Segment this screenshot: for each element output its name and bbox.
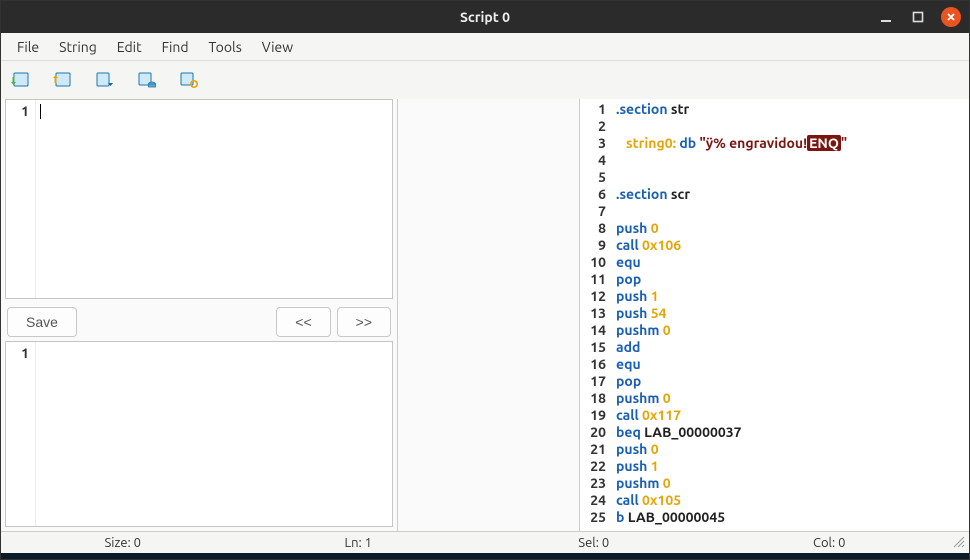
- asm-line: equ: [616, 356, 967, 373]
- status-size: Size: 0: [5, 536, 241, 550]
- status-selection: Sel: 0: [476, 536, 712, 550]
- line-number: 10: [582, 254, 606, 271]
- asm-line: push 54: [616, 305, 967, 322]
- line-number: 7: [582, 203, 606, 220]
- status-column: Col: 0: [712, 536, 948, 550]
- output-editor[interactable]: 1: [5, 341, 393, 527]
- line-number: 9: [582, 237, 606, 254]
- source-editor-body[interactable]: [36, 100, 392, 298]
- line-number: 1: [582, 101, 606, 118]
- line-number: 17: [582, 373, 606, 390]
- asm-line: [616, 203, 967, 220]
- save-button[interactable]: Save: [7, 307, 77, 337]
- resize-grip[interactable]: [947, 534, 965, 551]
- line-number: 8: [582, 220, 606, 237]
- line-number: 2: [582, 118, 606, 135]
- asm-line: b LAB_00000045: [616, 509, 967, 526]
- line-number: 12: [582, 288, 606, 305]
- asm-line: [616, 152, 967, 169]
- line-number: 3: [582, 135, 606, 152]
- export-icon[interactable]: [51, 69, 73, 91]
- minimize-button[interactable]: [877, 8, 895, 26]
- refresh-icon[interactable]: [177, 69, 199, 91]
- line-number: 1: [8, 102, 29, 120]
- asm-line: [616, 169, 967, 186]
- menubar: File String Edit Find Tools View: [1, 33, 969, 61]
- menu-string[interactable]: String: [49, 35, 107, 59]
- line-number: 21: [582, 441, 606, 458]
- text-cursor: [40, 104, 41, 119]
- menu-tools[interactable]: Tools: [199, 35, 252, 59]
- menu-find[interactable]: Find: [152, 35, 199, 59]
- output-editor-gutter: 1: [6, 342, 36, 526]
- toolbar: [1, 61, 969, 99]
- line-number: 1: [8, 344, 29, 362]
- asm-line: .section str: [616, 101, 967, 118]
- asm-line: equ: [616, 254, 967, 271]
- line-number: 11: [582, 271, 606, 288]
- line-number: 4: [582, 152, 606, 169]
- window-controls: [877, 7, 961, 27]
- output-editor-body[interactable]: [36, 342, 392, 526]
- line-number: 14: [582, 322, 606, 339]
- line-number: 16: [582, 356, 606, 373]
- line-number: 20: [582, 424, 606, 441]
- asm-line: pop: [616, 373, 967, 390]
- asm-line: call 0x106: [616, 237, 967, 254]
- bottom-strip: [1, 553, 969, 559]
- asm-line: push 0: [616, 220, 967, 237]
- status-line: Ln: 1: [241, 536, 477, 550]
- asm-line: push 1: [616, 288, 967, 305]
- line-number: 19: [582, 407, 606, 424]
- titlebar: Script 0: [1, 1, 969, 33]
- db-icon[interactable]: [135, 69, 157, 91]
- left-column: 1 Save << >> 1: [1, 99, 398, 531]
- asm-line: pushm 0: [616, 322, 967, 339]
- asm-line: add: [616, 339, 967, 356]
- asm-line: string0: db "ÿ% engravidou!ENQ": [616, 135, 967, 152]
- source-editor[interactable]: 1: [5, 99, 393, 299]
- asm-line: push 1: [616, 458, 967, 475]
- asm-line: push 0: [616, 441, 967, 458]
- menu-file[interactable]: File: [7, 35, 49, 59]
- line-number: 15: [582, 339, 606, 356]
- menu-edit[interactable]: Edit: [107, 35, 152, 59]
- line-number: 25: [582, 509, 606, 526]
- asm-gutter: 1234567891011121314151617181920212223242…: [580, 99, 614, 531]
- disassembly-panel[interactable]: 1234567891011121314151617181920212223242…: [579, 99, 969, 531]
- statusbar: Size: 0 Ln: 1 Sel: 0 Col: 0: [1, 531, 969, 553]
- prev-button[interactable]: <<: [276, 307, 330, 337]
- asm-line: [616, 118, 967, 135]
- asm-line: call 0x117: [616, 407, 967, 424]
- source-editor-gutter: 1: [6, 100, 36, 298]
- window-title: Script 0: [460, 9, 510, 25]
- line-number: 18: [582, 390, 606, 407]
- asm-line: pushm 0: [616, 475, 967, 492]
- asm-body[interactable]: .section str string0: db "ÿ% engravidou!…: [614, 99, 969, 531]
- menu-view[interactable]: View: [252, 35, 303, 59]
- asm-line: call 0x105: [616, 492, 967, 509]
- line-number: 22: [582, 458, 606, 475]
- next-button[interactable]: >>: [337, 307, 391, 337]
- button-row: Save << >>: [1, 303, 397, 341]
- line-number: 13: [582, 305, 606, 322]
- line-number: 23: [582, 475, 606, 492]
- asm-line: .section scr: [616, 186, 967, 203]
- maximize-button[interactable]: [909, 8, 927, 26]
- asm-line: pop: [616, 271, 967, 288]
- import-icon[interactable]: [9, 69, 31, 91]
- close-button[interactable]: [941, 7, 961, 27]
- print-icon[interactable]: [93, 69, 115, 91]
- asm-line: beq LAB_00000037: [616, 424, 967, 441]
- line-number: 5: [582, 169, 606, 186]
- line-number: 6: [582, 186, 606, 203]
- line-number: 24: [582, 492, 606, 509]
- mid-column: [398, 99, 579, 531]
- main-area: 1 Save << >> 1 1234567891011121314151617…: [1, 99, 969, 531]
- asm-line: pushm 0: [616, 390, 967, 407]
